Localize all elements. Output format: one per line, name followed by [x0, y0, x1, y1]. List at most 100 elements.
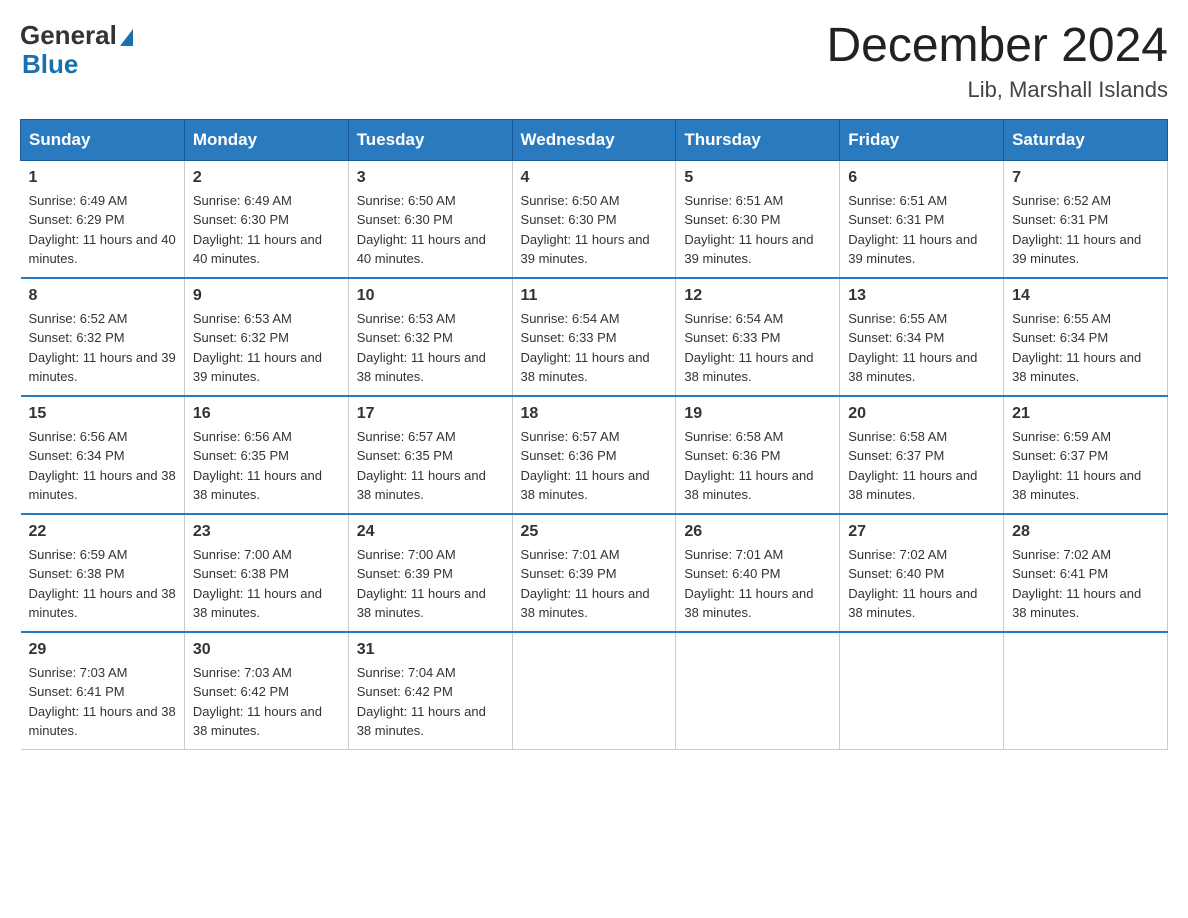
calendar-cell: 26 Sunrise: 7:01 AMSunset: 6:40 PMDayligh… — [676, 514, 840, 632]
calendar-cell: 17Sunrise: 6:57 AMSunset: 6:35 PMDayligh… — [348, 396, 512, 514]
day-number: 9 — [193, 287, 340, 305]
col-header-sunday: Sunday — [21, 119, 185, 160]
calendar-title: December 2024 — [826, 20, 1168, 73]
col-header-monday: Monday — [184, 119, 348, 160]
calendar-cell: 22 Sunrise: 6:59 AMSunset: 6:38 PMDayligh… — [21, 514, 185, 632]
calendar-subtitle: Lib, Marshall Islands — [826, 77, 1168, 103]
calendar-cell: 24 Sunrise: 7:00 AMSunset: 6:39 PMDayligh… — [348, 514, 512, 632]
day-number: 19 — [684, 405, 831, 423]
col-header-tuesday: Tuesday — [348, 119, 512, 160]
col-header-wednesday: Wednesday — [512, 119, 676, 160]
logo-blue-text: Blue — [22, 49, 78, 80]
calendar-cell: 20 Sunrise: 6:58 AMSunset: 6:37 PMDayligh… — [840, 396, 1004, 514]
calendar-cell: 29Sunrise: 7:03 AMSunset: 6:41 PMDayligh… — [21, 632, 185, 750]
calendar-cell: 19 Sunrise: 6:58 AMSunset: 6:36 PMDayligh… — [676, 396, 840, 514]
calendar-week-row: 22 Sunrise: 6:59 AMSunset: 6:38 PMDayligh… — [21, 514, 1168, 632]
day-info: Sunrise: 6:57 AMSunset: 6:36 PMDaylight:… — [521, 427, 668, 505]
day-info: Sunrise: 6:59 AMSunset: 6:38 PMDaylight:… — [29, 545, 176, 623]
day-number: 16 — [193, 405, 340, 423]
calendar-cell: 16 Sunrise: 6:56 AMSunset: 6:35 PMDayligh… — [184, 396, 348, 514]
calendar-week-row: 8 Sunrise: 6:52 AMSunset: 6:32 PMDaylight… — [21, 278, 1168, 396]
day-info: Sunrise: 6:53 AMSunset: 6:32 PMDaylight:… — [193, 309, 340, 387]
day-info: Sunrise: 6:49 AMSunset: 6:30 PMDaylight:… — [193, 191, 340, 269]
calendar-cell: 25Sunrise: 7:01 AMSunset: 6:39 PMDayligh… — [512, 514, 676, 632]
calendar-header-row: SundayMondayTuesdayWednesdayThursdayFrid… — [21, 119, 1168, 160]
day-info: Sunrise: 7:02 AMSunset: 6:41 PMDaylight:… — [1012, 545, 1159, 623]
calendar-cell: 27Sunrise: 7:02 AMSunset: 6:40 PMDayligh… — [840, 514, 1004, 632]
title-area: December 2024 Lib, Marshall Islands — [826, 20, 1168, 103]
day-number: 14 — [1012, 287, 1159, 305]
day-number: 18 — [521, 405, 668, 423]
day-info: Sunrise: 7:03 AMSunset: 6:41 PMDaylight:… — [29, 663, 176, 741]
calendar-week-row: 15 Sunrise: 6:56 AMSunset: 6:34 PMDayligh… — [21, 396, 1168, 514]
day-number: 17 — [357, 405, 504, 423]
day-number: 1 — [29, 169, 176, 187]
calendar-cell: 4Sunrise: 6:50 AMSunset: 6:30 PMDaylight… — [512, 160, 676, 278]
logo-triangle-icon — [120, 29, 133, 46]
calendar-cell: 31Sunrise: 7:04 AMSunset: 6:42 PMDayligh… — [348, 632, 512, 750]
day-number: 30 — [193, 641, 340, 659]
day-number: 23 — [193, 523, 340, 541]
calendar-cell — [676, 632, 840, 750]
calendar-cell: 2 Sunrise: 6:49 AMSunset: 6:30 PMDaylight… — [184, 160, 348, 278]
calendar-week-row: 1 Sunrise: 6:49 AMSunset: 6:29 PMDaylight… — [21, 160, 1168, 278]
day-info: Sunrise: 7:00 AMSunset: 6:39 PMDaylight:… — [357, 545, 504, 623]
day-number: 2 — [193, 169, 340, 187]
day-info: Sunrise: 6:52 AMSunset: 6:32 PMDaylight:… — [29, 309, 176, 387]
day-info: Sunrise: 6:55 AMSunset: 6:34 PMDaylight:… — [848, 309, 995, 387]
calendar-cell: 6Sunrise: 6:51 AMSunset: 6:31 PMDaylight… — [840, 160, 1004, 278]
day-number: 3 — [357, 169, 504, 187]
day-info: Sunrise: 7:01 AMSunset: 6:39 PMDaylight:… — [521, 545, 668, 623]
day-number: 22 — [29, 523, 176, 541]
calendar-week-row: 29Sunrise: 7:03 AMSunset: 6:41 PMDayligh… — [21, 632, 1168, 750]
calendar-cell: 23Sunrise: 7:00 AMSunset: 6:38 PMDayligh… — [184, 514, 348, 632]
day-info: Sunrise: 6:56 AMSunset: 6:35 PMDaylight:… — [193, 427, 340, 505]
day-number: 28 — [1012, 523, 1159, 541]
calendar-cell: 10 Sunrise: 6:53 AMSunset: 6:32 PMDayligh… — [348, 278, 512, 396]
calendar-cell: 21 Sunrise: 6:59 AMSunset: 6:37 PMDayligh… — [1004, 396, 1168, 514]
calendar-cell: 12Sunrise: 6:54 AMSunset: 6:33 PMDayligh… — [676, 278, 840, 396]
day-number: 6 — [848, 169, 995, 187]
day-info: Sunrise: 6:58 AMSunset: 6:36 PMDaylight:… — [684, 427, 831, 505]
day-number: 10 — [357, 287, 504, 305]
day-number: 20 — [848, 405, 995, 423]
day-number: 24 — [357, 523, 504, 541]
day-info: Sunrise: 6:54 AMSunset: 6:33 PMDaylight:… — [684, 309, 831, 387]
logo: General Blue — [20, 20, 133, 80]
day-info: Sunrise: 6:58 AMSunset: 6:37 PMDaylight:… — [848, 427, 995, 505]
calendar-cell — [840, 632, 1004, 750]
day-number: 8 — [29, 287, 176, 305]
day-info: Sunrise: 6:49 AMSunset: 6:29 PMDaylight:… — [29, 191, 176, 269]
calendar-cell: 15 Sunrise: 6:56 AMSunset: 6:34 PMDayligh… — [21, 396, 185, 514]
calendar-cell: 1 Sunrise: 6:49 AMSunset: 6:29 PMDaylight… — [21, 160, 185, 278]
day-info: Sunrise: 6:59 AMSunset: 6:37 PMDaylight:… — [1012, 427, 1159, 505]
calendar-cell: 11Sunrise: 6:54 AMSunset: 6:33 PMDayligh… — [512, 278, 676, 396]
calendar-cell: 5Sunrise: 6:51 AMSunset: 6:30 PMDaylight… — [676, 160, 840, 278]
day-number: 11 — [521, 287, 668, 305]
day-number: 15 — [29, 405, 176, 423]
day-info: Sunrise: 6:53 AMSunset: 6:32 PMDaylight:… — [357, 309, 504, 387]
day-info: Sunrise: 6:56 AMSunset: 6:34 PMDaylight:… — [29, 427, 176, 505]
day-info: Sunrise: 6:50 AMSunset: 6:30 PMDaylight:… — [357, 191, 504, 269]
calendar-cell — [1004, 632, 1168, 750]
calendar-cell: 18 Sunrise: 6:57 AMSunset: 6:36 PMDayligh… — [512, 396, 676, 514]
col-header-thursday: Thursday — [676, 119, 840, 160]
day-info: Sunrise: 7:01 AMSunset: 6:40 PMDaylight:… — [684, 545, 831, 623]
logo-line1: General — [20, 20, 133, 51]
day-info: Sunrise: 7:03 AMSunset: 6:42 PMDaylight:… — [193, 663, 340, 741]
day-number: 27 — [848, 523, 995, 541]
calendar-cell: 8 Sunrise: 6:52 AMSunset: 6:32 PMDaylight… — [21, 278, 185, 396]
day-number: 13 — [848, 287, 995, 305]
calendar-cell: 9 Sunrise: 6:53 AMSunset: 6:32 PMDaylight… — [184, 278, 348, 396]
calendar-cell: 7Sunrise: 6:52 AMSunset: 6:31 PMDaylight… — [1004, 160, 1168, 278]
day-number: 26 — [684, 523, 831, 541]
calendar-cell — [512, 632, 676, 750]
calendar-cell: 13 Sunrise: 6:55 AMSunset: 6:34 PMDayligh… — [840, 278, 1004, 396]
day-info: Sunrise: 6:52 AMSunset: 6:31 PMDaylight:… — [1012, 191, 1159, 269]
day-info: Sunrise: 6:50 AMSunset: 6:30 PMDaylight:… — [521, 191, 668, 269]
col-header-saturday: Saturday — [1004, 119, 1168, 160]
day-info: Sunrise: 6:55 AMSunset: 6:34 PMDaylight:… — [1012, 309, 1159, 387]
day-info: Sunrise: 7:04 AMSunset: 6:42 PMDaylight:… — [357, 663, 504, 741]
calendar-cell: 14 Sunrise: 6:55 AMSunset: 6:34 PMDayligh… — [1004, 278, 1168, 396]
day-number: 21 — [1012, 405, 1159, 423]
